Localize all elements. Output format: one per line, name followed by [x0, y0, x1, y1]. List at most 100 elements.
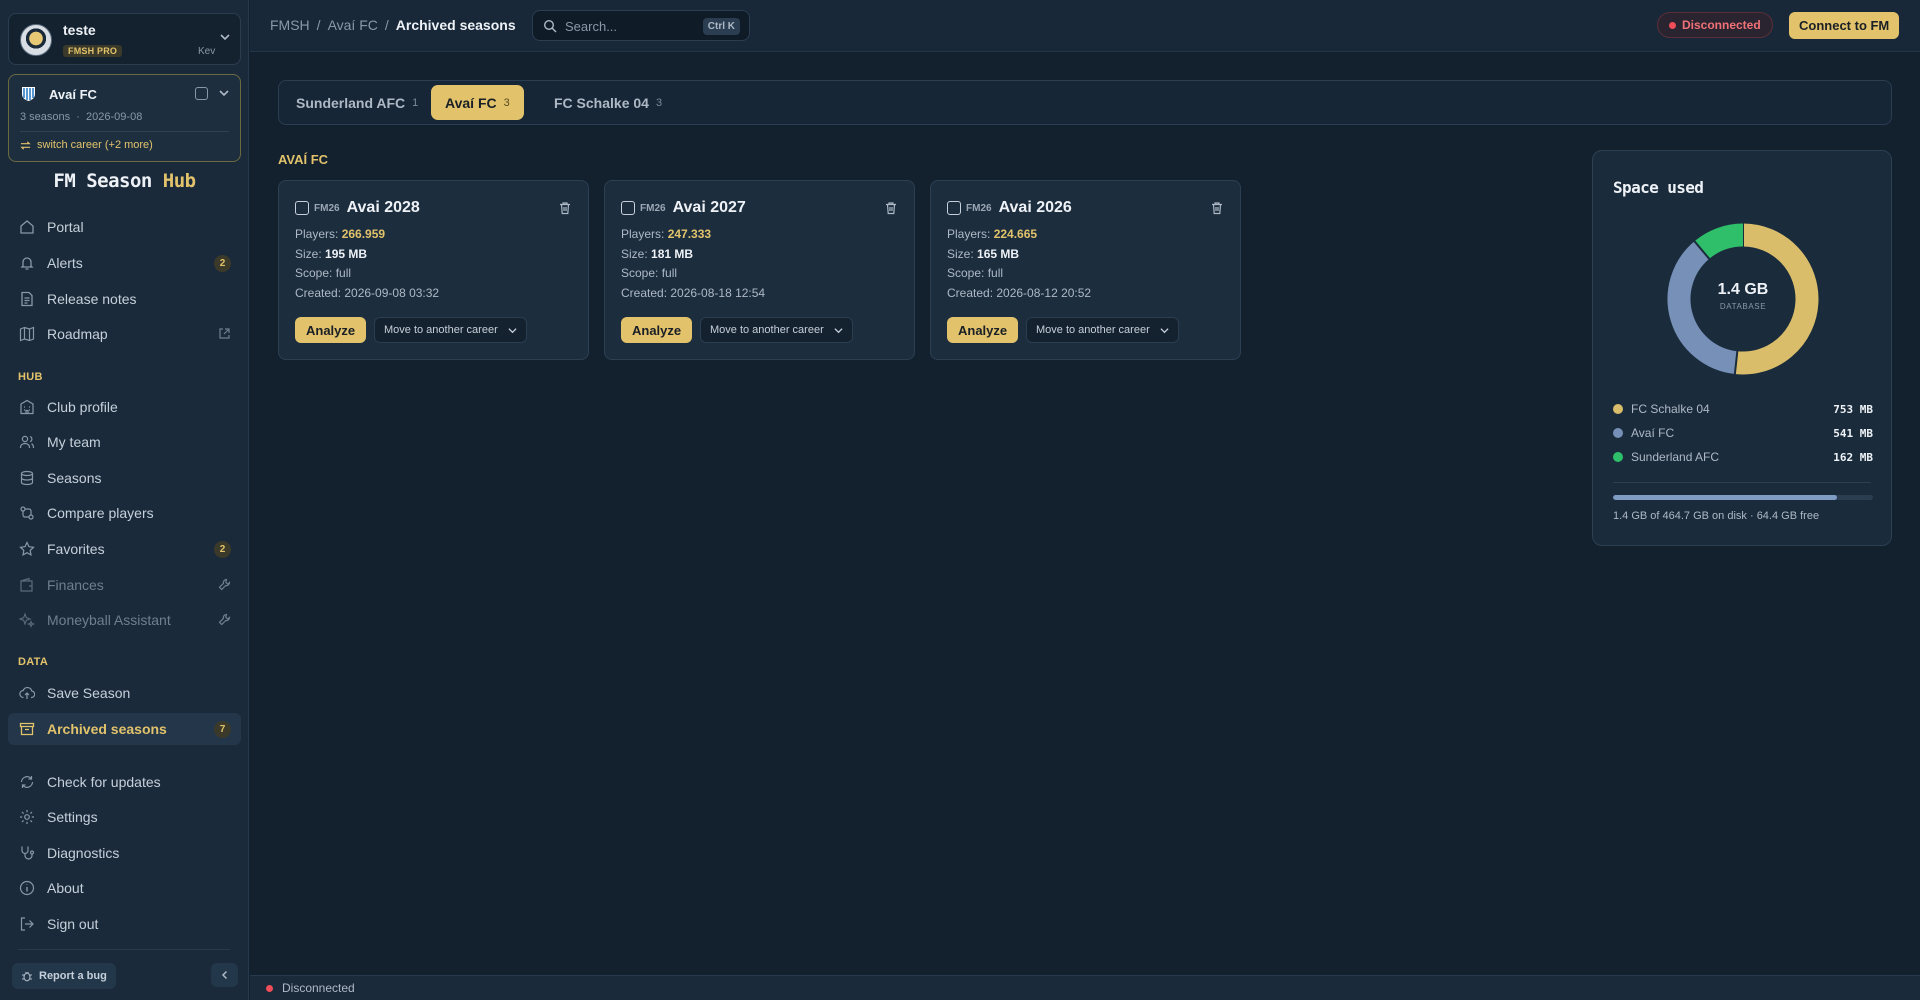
season-card: FM26 Avai 2027 Players: 247.333 Size: 18…	[604, 180, 915, 360]
status-dot	[266, 984, 273, 992]
user-menu[interactable]: teste FMSH PRO Kev	[8, 13, 241, 65]
season-title: Avai 2028	[346, 199, 420, 216]
connect-to-fm-button[interactable]: Connect to FM	[1789, 12, 1900, 39]
status-dot	[1669, 21, 1676, 29]
move-career-dropdown[interactable]: Move to another career	[700, 317, 853, 343]
trash-icon[interactable]	[1210, 201, 1224, 215]
season-card: FM26 Avai 2026 Players: 224.665 Size: 16…	[930, 180, 1241, 360]
legend-dot	[1613, 404, 1623, 414]
sign-out-icon	[19, 916, 35, 932]
wrench-icon	[218, 613, 231, 626]
stethoscope-icon	[19, 845, 35, 861]
game-icon	[621, 201, 635, 215]
sidebar: teste FMSH PRO Kev Avaí FC 3 seasons · 2…	[0, 0, 249, 1000]
sidebar-item-club-profile[interactable]: Club profile	[8, 391, 241, 423]
connection-status-badge: Disconnected	[1657, 12, 1773, 38]
sidebar-item-portal[interactable]: Portal	[8, 211, 241, 243]
edit-icon[interactable]	[195, 87, 208, 100]
analyze-button[interactable]: Analyze	[295, 317, 367, 343]
donut-label: DATABASE	[1719, 302, 1767, 311]
star-icon	[19, 541, 35, 557]
career-name: Avaí FC	[49, 87, 97, 102]
chevron-down-icon	[1160, 327, 1169, 333]
database-icon	[19, 470, 35, 486]
season-title: Avai 2026	[998, 199, 1072, 216]
search-input[interactable]	[565, 16, 695, 36]
sidebar-item-archived-seasons[interactable]: Archived seasons 7	[8, 713, 241, 745]
legend-item: Sunderland AFC 162 MB	[1613, 449, 1873, 465]
sidebar-item-about[interactable]: About	[8, 872, 241, 904]
analyze-button[interactable]: Analyze	[947, 317, 1019, 343]
move-career-dropdown[interactable]: Move to another career	[374, 317, 527, 343]
tab-fc-schalke-04[interactable]: FC Schalke 04 3	[540, 85, 676, 120]
report-bug-button[interactable]: Report a bug	[12, 963, 116, 989]
disk-usage-text: 1.4 GB of 464.7 GB on disk · 64.4 GB fre…	[1613, 510, 1820, 522]
sidebar-item-release-notes[interactable]: Release notes	[8, 283, 241, 315]
tab-avai-fc[interactable]: Avaí FC 3	[431, 85, 524, 120]
info-icon	[19, 880, 35, 896]
career-selector[interactable]: Avaí FC 3 seasons · 2026-09-08 switch ca…	[8, 74, 241, 162]
switch-career-link[interactable]: switch career (+2 more)	[20, 139, 153, 151]
home-icon	[19, 219, 35, 235]
alerts-count-badge: 2	[214, 255, 231, 272]
external-link-icon	[219, 328, 230, 339]
sidebar-item-sign-out[interactable]: Sign out	[8, 908, 241, 940]
search-box[interactable]: Ctrl K	[532, 10, 750, 41]
game-icon	[947, 201, 961, 215]
panel-title: Space used	[1613, 178, 1704, 197]
chevron-down-icon	[508, 327, 517, 333]
analyze-button[interactable]: Analyze	[621, 317, 693, 343]
chevron-down-icon[interactable]	[219, 88, 229, 98]
legend-dot	[1613, 428, 1623, 438]
game-icon	[295, 201, 309, 215]
wallet-icon	[19, 577, 35, 593]
cloud-upload-icon	[19, 685, 35, 701]
sidebar-item-diagnostics[interactable]: Diagnostics	[8, 837, 241, 869]
chevron-down-icon	[834, 327, 843, 333]
status-bar: Disconnected	[250, 975, 1920, 1000]
compare-icon	[19, 505, 35, 521]
collapse-sidebar-button[interactable]	[211, 963, 238, 987]
search-shortcut: Ctrl K	[702, 18, 740, 35]
pro-badge: FMSH PRO	[63, 45, 123, 57]
swap-icon	[20, 140, 31, 150]
sidebar-item-my-team[interactable]: My team	[8, 426, 241, 458]
favorites-count-badge: 2	[214, 541, 231, 558]
user-key: Kev	[198, 46, 216, 57]
sidebar-item-moneyball-assistant[interactable]: Moneyball Assistant	[8, 604, 241, 636]
donut-total: 1.4 GB	[1717, 281, 1769, 298]
search-icon	[543, 19, 557, 33]
sidebar-item-seasons[interactable]: Seasons	[8, 462, 241, 494]
move-career-dropdown[interactable]: Move to another career	[1026, 317, 1179, 343]
sidebar-item-settings[interactable]: Settings	[8, 801, 241, 833]
donut-slice-2	[1694, 223, 1744, 260]
legend-item: FC Schalke 04 753 MB	[1613, 401, 1873, 417]
tab-sunderland-afc[interactable]: Sunderland AFC 1	[282, 85, 432, 120]
disk-usage-bar	[1613, 495, 1873, 500]
trash-icon[interactable]	[558, 201, 572, 215]
chevron-down-icon[interactable]	[220, 32, 230, 42]
breadcrumb-club[interactable]: Avaí FC	[328, 17, 378, 33]
sidebar-item-favorites[interactable]: Favorites 2	[8, 533, 241, 565]
sidebar-item-compare-players[interactable]: Compare players	[8, 497, 241, 529]
building-icon	[19, 399, 35, 415]
user-name: teste	[63, 22, 96, 38]
bug-icon	[22, 971, 32, 982]
breadcrumb-current: Archived seasons	[395, 17, 516, 33]
breadcrumb-root[interactable]: FMSH	[270, 17, 310, 33]
sidebar-item-save-season[interactable]: Save Season	[8, 677, 241, 709]
archive-icon	[19, 721, 35, 737]
breadcrumb: FMSH / Avaí FC / Archived seasons	[270, 17, 516, 33]
sidebar-item-finances[interactable]: Finances	[8, 569, 241, 601]
sidebar-item-alerts[interactable]: Alerts 2	[8, 247, 241, 279]
section-label-data: DATA	[18, 656, 49, 668]
sidebar-item-roadmap[interactable]: Roadmap	[8, 318, 241, 350]
legend-item: Avaí FC 541 MB	[1613, 425, 1873, 441]
club-crest-icon	[22, 87, 35, 101]
sparkles-icon	[19, 612, 35, 628]
sidebar-item-check-updates[interactable]: Check for updates	[8, 766, 241, 798]
gear-icon	[19, 809, 35, 825]
trash-icon[interactable]	[884, 201, 898, 215]
legend-dot	[1613, 452, 1623, 462]
top-bar: FMSH / Avaí FC / Archived seasons Ctrl K…	[250, 0, 1920, 52]
